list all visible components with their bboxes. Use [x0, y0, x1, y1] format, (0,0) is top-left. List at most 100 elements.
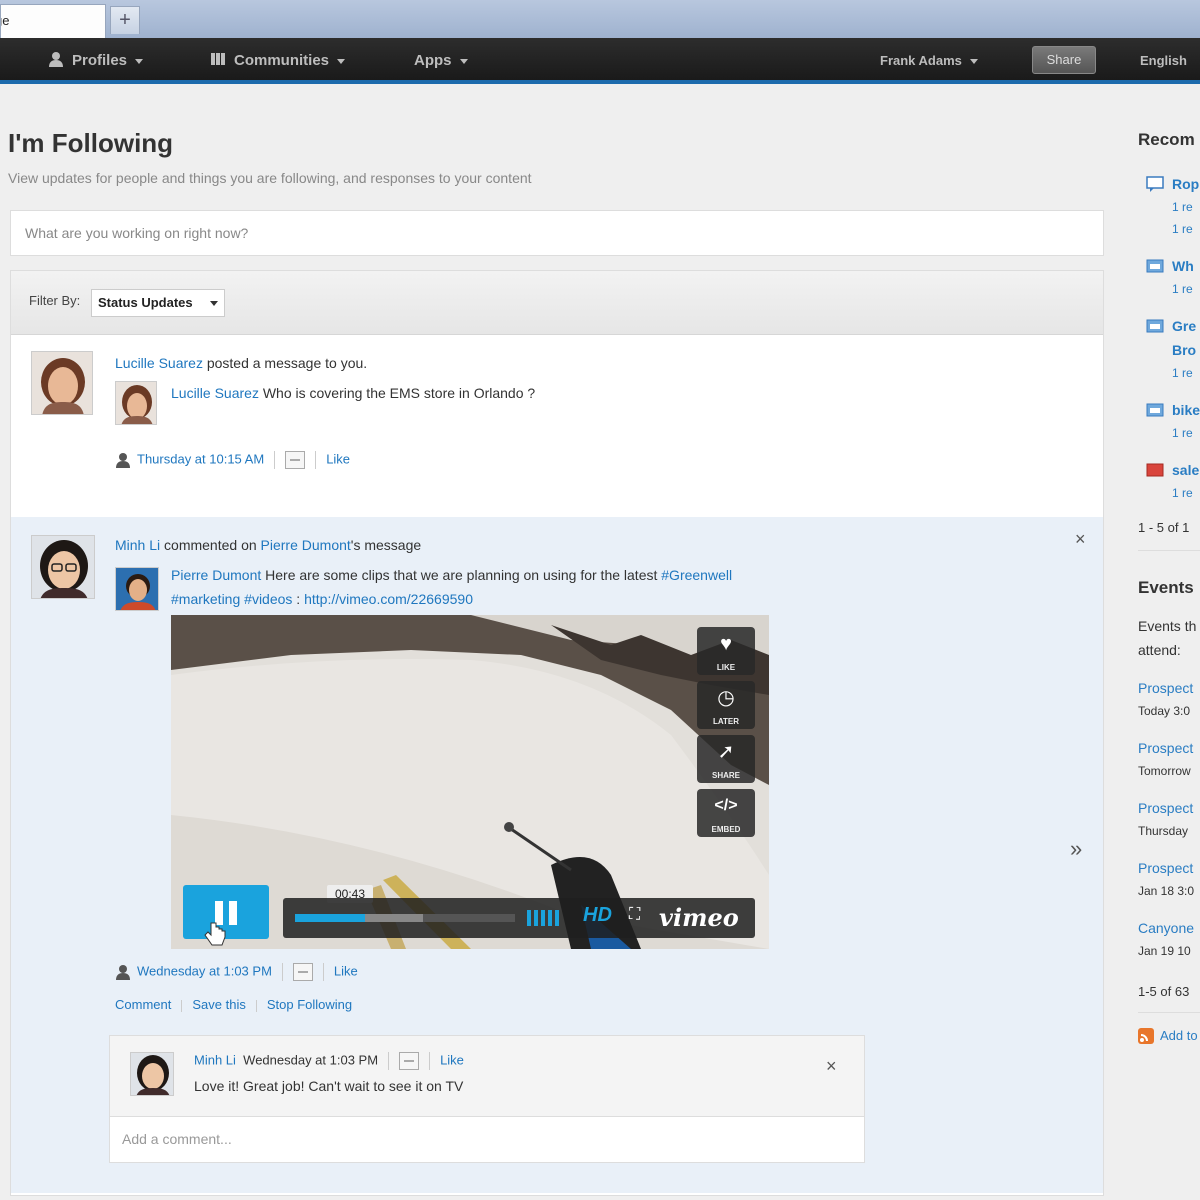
recommendation-link[interactable]: sale: [1172, 462, 1199, 478]
video-url-link[interactable]: http://vimeo.com/22669590: [304, 591, 473, 607]
video-share-button[interactable]: ➚ SHARE: [697, 735, 755, 783]
browser-tab[interactable]: ge: [0, 4, 106, 38]
share-icon: ➚: [717, 741, 735, 763]
chevron-down-icon: [459, 58, 468, 64]
comment-icon[interactable]: [292, 963, 313, 981]
nav-profiles-label: Profiles: [72, 52, 128, 69]
event-date: Jan 19 10: [1138, 944, 1191, 958]
next-arrow-icon[interactable]: »: [1070, 836, 1082, 862]
nav-profiles-menu[interactable]: Profiles: [48, 48, 144, 74]
target-link[interactable]: Pierre Dumont: [261, 537, 351, 553]
filter-label: Filter By:: [29, 293, 81, 308]
avatar[interactable]: [115, 381, 157, 425]
video-like-button[interactable]: ♥ LIKE: [697, 627, 755, 675]
like-link[interactable]: Like: [326, 451, 350, 466]
entry-headline: Lucille Suarez posted a message to you.: [115, 355, 367, 371]
file-icon: [1146, 463, 1164, 477]
recommendation-link[interactable]: Rop: [1172, 176, 1199, 192]
nav-apps-menu[interactable]: Apps: [414, 48, 468, 74]
add-to-calendar-link[interactable]: Add to: [1160, 1028, 1198, 1043]
recommendations-pager: 1 - 5 of 1: [1138, 520, 1190, 535]
hd-toggle[interactable]: HD: [583, 904, 612, 927]
comment-author-link[interactable]: Minh Li: [194, 1052, 236, 1067]
event-link[interactable]: Prospect: [1138, 860, 1193, 876]
seek-track[interactable]: [295, 914, 515, 922]
forum-icon: [1146, 176, 1164, 192]
video-later-button[interactable]: ◷ LATER: [697, 681, 755, 729]
video-like-label: LIKE: [716, 663, 736, 672]
message-author-link[interactable]: Pierre Dumont: [171, 567, 261, 583]
comment-icon[interactable]: [285, 451, 306, 469]
main-content: I'm Following View updates for people an…: [8, 96, 1104, 1200]
feed-entry: Minh Li commented on Pierre Dumont's mes…: [11, 517, 1103, 1193]
filter-bar: Filter By: Status Updates: [11, 271, 1103, 335]
language-menu[interactable]: English: [1140, 48, 1187, 74]
event-link[interactable]: Prospect: [1138, 740, 1193, 756]
event-date: Today 3:0: [1138, 704, 1191, 718]
divider: [181, 999, 183, 1012]
hashtag-link[interactable]: #videos: [244, 591, 292, 607]
entry-message-line2: #marketing #videos : http://vimeo.com/22…: [171, 591, 473, 607]
recommendation-link[interactable]: bike: [1172, 402, 1200, 418]
new-tab-button[interactable]: +: [110, 6, 140, 34]
event-link[interactable]: Prospect: [1138, 800, 1193, 816]
recommendation-sub: 1 re: [1172, 486, 1193, 500]
avatar[interactable]: [31, 351, 93, 415]
event-link[interactable]: Canyone: [1138, 920, 1194, 936]
event-date: Jan 18 3:0: [1138, 884, 1195, 898]
close-icon[interactable]: ×: [1075, 529, 1086, 550]
timestamp-link[interactable]: Thursday at 10:15 AM: [137, 451, 264, 466]
stop-following-link[interactable]: Stop Following: [267, 997, 352, 1012]
comment-link[interactable]: Comment: [115, 997, 171, 1012]
hashtag-link[interactable]: #marketing: [171, 591, 240, 607]
recommendation-link[interactable]: Gre: [1172, 318, 1196, 334]
filter-select-value: Status Updates: [98, 295, 193, 310]
video-embed-button[interactable]: </> EMBED: [697, 789, 755, 837]
recommendation-sub: 1 re: [1172, 200, 1193, 214]
event-link[interactable]: Prospect: [1138, 680, 1193, 696]
person-icon: [49, 52, 63, 67]
comment-thread: Minh Li Wednesday at 1:03 PM Like Love it…: [109, 1035, 865, 1163]
hashtag-link[interactable]: #Greenwell: [661, 567, 732, 583]
avatar[interactable]: [130, 1052, 174, 1096]
clock-icon: ◷: [717, 687, 735, 709]
minh-avatar-image: [32, 536, 94, 598]
nav-communities-menu[interactable]: Communities: [210, 48, 346, 74]
share-button[interactable]: Share: [1032, 46, 1096, 74]
actor-link[interactable]: Lucille Suarez: [115, 355, 203, 371]
save-this-link[interactable]: Save this: [192, 997, 245, 1012]
feed-entry: Lucille Suarez posted a message to you. …: [11, 337, 1103, 515]
pause-button[interactable]: [183, 885, 269, 946]
video-player[interactable]: ♥ LIKE ◷ LATER ➚ SHARE </> EMBED 00:43 HD ⛶: [171, 615, 769, 949]
avatar[interactable]: [115, 567, 159, 611]
like-link[interactable]: Like: [440, 1052, 464, 1067]
heart-icon: ♥: [720, 633, 732, 655]
entry-action-text: 's message: [350, 537, 422, 553]
vimeo-logo[interactable]: vimeo: [659, 903, 739, 932]
like-link[interactable]: Like: [334, 963, 358, 978]
filter-select[interactable]: Status Updates: [91, 289, 225, 317]
lucille-avatar-small: [116, 382, 156, 424]
recommendation-link-line2[interactable]: Bro: [1172, 342, 1196, 358]
recommendation-link[interactable]: Wh: [1172, 258, 1194, 274]
user-menu[interactable]: Frank Adams: [880, 48, 978, 74]
close-icon[interactable]: ×: [826, 1056, 837, 1077]
add-comment-input[interactable]: Add a comment...: [110, 1116, 864, 1162]
video-later-label: LATER: [712, 717, 740, 726]
video-embed-label: EMBED: [711, 825, 741, 834]
message-author-link[interactable]: Lucille Suarez: [171, 385, 259, 401]
timestamp-link[interactable]: Wednesday at 1:03 PM: [137, 963, 272, 978]
pause-icon: [229, 901, 237, 925]
comment-icon[interactable]: [399, 1052, 420, 1070]
divider: [388, 1052, 390, 1070]
fullscreen-icon[interactable]: ⛶: [629, 906, 640, 924]
status-update-input[interactable]: What are you working on right now?: [10, 210, 1104, 256]
volume-control[interactable]: [527, 910, 571, 926]
avatar[interactable]: [31, 535, 95, 599]
browser-tab-strip: ge +: [0, 0, 1200, 38]
colon-text: :: [292, 591, 305, 607]
page-title: I'm Following: [8, 128, 174, 158]
divider: [1138, 550, 1200, 551]
actor-link[interactable]: Minh Li: [115, 537, 160, 553]
right-sidebar: Recom Rop 1 re 1 re Wh 1 re Gre Bro 1 re…: [1116, 96, 1200, 1200]
